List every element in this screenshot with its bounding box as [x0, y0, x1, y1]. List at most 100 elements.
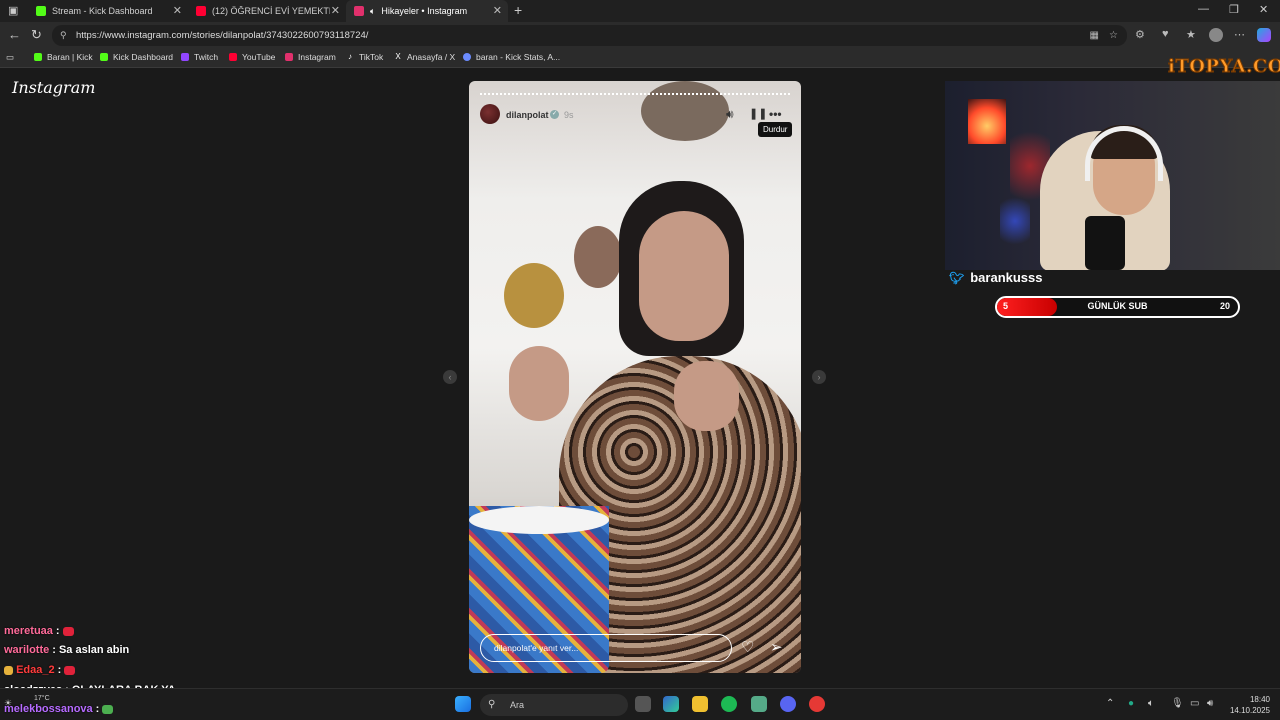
weather-temp[interactable]: 17°C [34, 695, 50, 702]
tab-kick-dashboard[interactable]: Stream - Kick Dashboard ✕ [28, 0, 188, 22]
badge-icon [4, 665, 13, 675]
extensions-icon[interactable]: ⚙ [1135, 28, 1145, 41]
chat-message: warilotte: Sa aslan abin [4, 644, 130, 656]
browser-essentials-icon[interactable]: ♥ [1162, 28, 1169, 40]
search-placeholder: Ara [510, 700, 525, 710]
x-icon: X [395, 52, 401, 61]
sub-goal-label: GÜNLÜK SUB [1087, 301, 1148, 311]
tab-title: Hikayeler • Instagram [381, 6, 468, 16]
bookmark-label: Anasayfa / X [407, 52, 456, 62]
address-bar[interactable]: ⚲ https://www.instagram.com/stories/dila… [52, 25, 1127, 46]
instagram-logo[interactable]: Instagram [12, 78, 95, 97]
fireplace-image [968, 99, 1006, 144]
url-text: https://www.instagram.com/stories/dilanp… [76, 30, 369, 41]
bookmark-label: Baran | Kick [47, 52, 93, 62]
bookmarks-bar: ▭ Baran | Kick Kick Dashboard Twitch You… [0, 49, 1280, 68]
bookmark-kick-dashboard[interactable]: Kick Dashboard [100, 52, 173, 62]
favorite-star-icon[interactable]: ☆ [1109, 25, 1118, 46]
story-username[interactable]: dilanpolat [506, 110, 549, 120]
favorites-icon[interactable]: ★ [1186, 28, 1196, 41]
bookmark-baran-kick[interactable]: Baran | Kick [34, 52, 93, 62]
bookmark-twitch[interactable]: Twitch [181, 52, 218, 62]
refresh-icon[interactable]: ↻ [31, 27, 42, 43]
close-icon[interactable]: ✕ [331, 4, 340, 17]
pause-icon[interactable]: ❚❚ [749, 107, 767, 120]
kick-icon [36, 6, 46, 16]
chat-text: Sa aslan abin [58, 644, 130, 656]
network-icon[interactable]: ▭ [1190, 698, 1199, 709]
windows-start-icon[interactable] [455, 696, 471, 712]
more-menu-icon[interactable]: ⋯ [1234, 28, 1245, 41]
chat-message: meretuaa: [4, 625, 74, 637]
next-story-icon[interactable]: › [812, 370, 826, 384]
youtube-icon [196, 6, 206, 16]
new-tab-icon[interactable]: + [514, 2, 522, 18]
story-avatar[interactable] [480, 104, 500, 124]
more-options-icon[interactable]: ••• [769, 107, 782, 121]
microphone-icon [1085, 216, 1125, 270]
twitch-icon [181, 53, 189, 61]
profile-avatar[interactable] [1209, 28, 1223, 42]
story-reply-input[interactable]: dilanpolat'e yanıt ver... [480, 634, 732, 662]
emote-icon [64, 665, 76, 675]
bookmark-x[interactable]: X Anasayfa / X [394, 52, 455, 62]
app-icon[interactable] [809, 696, 825, 712]
share-send-icon[interactable]: ➢ [770, 638, 783, 656]
back-icon[interactable]: ← [8, 27, 21, 42]
chat-username: warilotte [4, 644, 50, 656]
spotify-icon[interactable] [721, 696, 737, 712]
tiktok-icon: ♪ [348, 52, 352, 61]
story-progress-bar [480, 93, 790, 95]
tray-app-icon[interactable]: ● [1128, 698, 1134, 709]
volume-icon[interactable]: 🔊︎ [726, 107, 734, 122]
edge-icon[interactable] [663, 696, 679, 712]
sponsor-logo: iTOPYA.COM [1167, 56, 1280, 78]
emote-icon [102, 704, 114, 714]
task-view-icon[interactable] [635, 696, 651, 712]
search-icon: ⚲ [488, 699, 496, 710]
verified-badge-icon: ✓ [550, 110, 559, 119]
copilot-icon[interactable] [1257, 28, 1271, 42]
close-window-icon[interactable]: ✕ [1259, 3, 1268, 16]
chat-username: meretuaa [4, 625, 53, 637]
tray-chevron-icon[interactable]: ⌃ [1106, 698, 1114, 709]
chat-message: Edaa_2: [4, 664, 76, 676]
chat-message: melekbossanova: [4, 703, 114, 715]
app-available-icon[interactable]: ▦ [1090, 25, 1099, 46]
clock-time: 18:40 [1249, 695, 1270, 704]
tab-actions-icon[interactable]: ▣ [8, 4, 18, 17]
discord-icon[interactable] [780, 696, 796, 712]
clock-date: 14.10.2025 [1229, 706, 1270, 715]
close-icon[interactable]: ✕ [493, 4, 502, 17]
collections-icon[interactable]: ▭ [6, 52, 14, 63]
emote-icon [62, 626, 74, 636]
speaker-icon[interactable]: 🔈︎ [1148, 698, 1154, 709]
volume-icon[interactable]: 🔊︎ [1207, 698, 1213, 709]
story-person-hand [509, 346, 569, 421]
previous-story-icon[interactable]: ‹ [443, 370, 457, 384]
story-time-ago: 9s [564, 110, 574, 120]
minimize-icon[interactable]: — [1198, 3, 1209, 15]
tab-youtube[interactable]: (12) ÖĞRENCİ EVİ YEMEKTEYİZ 1... ✕ [188, 0, 346, 22]
taskbar-search[interactable]: ⚲ Ara [480, 694, 628, 716]
bookmark-youtube[interactable]: YouTube [229, 52, 275, 62]
site-info-icon[interactable]: ⚲ [60, 25, 67, 46]
balloon-image [641, 81, 729, 141]
bookmark-instagram[interactable]: Instagram [285, 52, 336, 62]
bookmark-tiktok[interactable]: ♪ TikTok [346, 52, 383, 62]
bookmark-label: baran - Kick Stats, A... [476, 52, 561, 62]
close-icon[interactable]: ✕ [173, 4, 182, 17]
story-viewer[interactable]: dilanpolat ✓ 9s 🔊︎ ❚❚ ••• dilanpolat'e y… [469, 81, 801, 673]
restore-icon[interactable]: ❐ [1229, 3, 1239, 16]
bookmark-label: Kick Dashboard [113, 52, 174, 62]
microphone-icon[interactable]: 🎙︎ [1171, 698, 1184, 709]
balloon-image [504, 263, 564, 328]
bookmark-kick-stats[interactable]: baran - Kick Stats, A... [463, 52, 560, 62]
file-explorer-icon[interactable] [692, 696, 708, 712]
sub-goal-target: 20 [1219, 301, 1230, 311]
tab-instagram[interactable]: 🔈︎ Hikayeler • Instagram ✕ [346, 0, 508, 22]
audio-icon[interactable]: 🔈︎ [370, 6, 375, 17]
like-heart-icon[interactable]: ♡ [741, 638, 754, 656]
taskbar-clock[interactable]: 18:40 14.10.2025 [1228, 694, 1270, 716]
app-icon[interactable] [751, 696, 767, 712]
